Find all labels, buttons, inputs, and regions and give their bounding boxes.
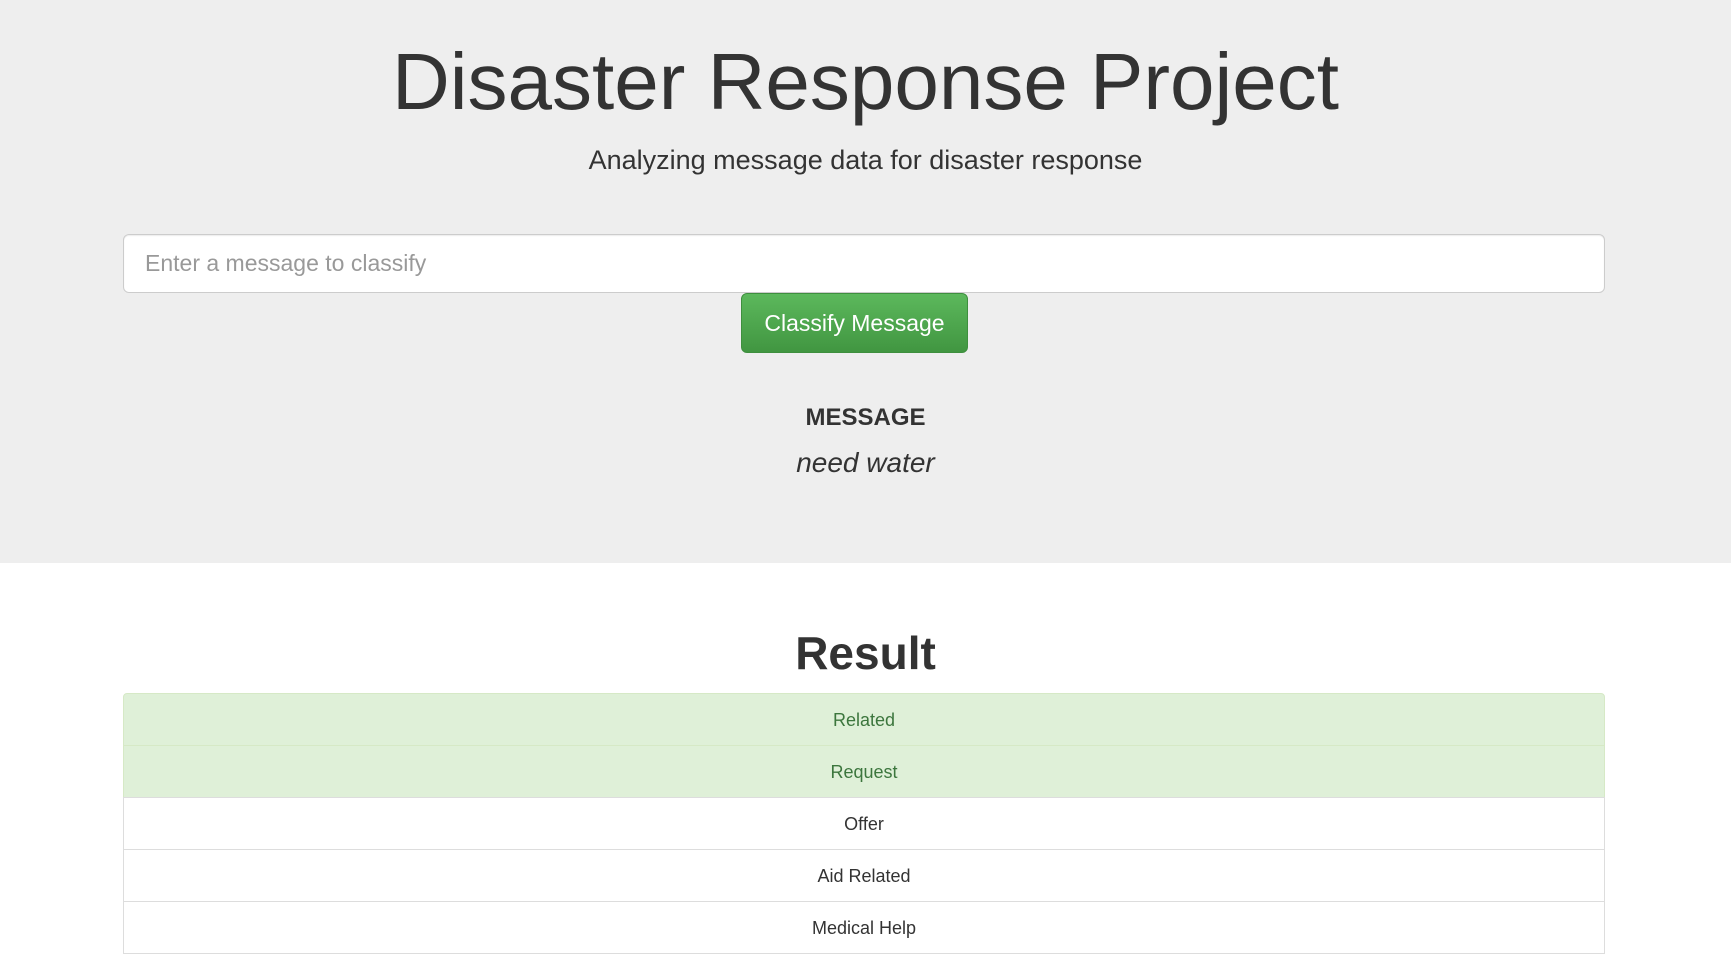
- classify-message-button[interactable]: Classify Message: [741, 293, 968, 353]
- page-subtitle: Analyzing message data for disaster resp…: [588, 145, 1143, 175]
- result-item: Related: [123, 693, 1605, 746]
- message-heading: MESSAGE: [805, 404, 926, 431]
- jumbotron: Disaster Response Project Analyzing mess…: [0, 0, 1731, 563]
- result-item: Medical Help: [123, 901, 1605, 954]
- message-text: need water: [796, 447, 935, 478]
- result-item: Request: [123, 745, 1605, 798]
- message-input[interactable]: [123, 234, 1605, 293]
- result-list: Related Request Offer Aid Related Medica…: [123, 693, 1605, 954]
- result-item: Offer: [123, 797, 1605, 850]
- result-title: Result: [795, 627, 936, 679]
- page-title: Disaster Response Project: [391, 37, 1340, 126]
- result-item: Aid Related: [123, 849, 1605, 902]
